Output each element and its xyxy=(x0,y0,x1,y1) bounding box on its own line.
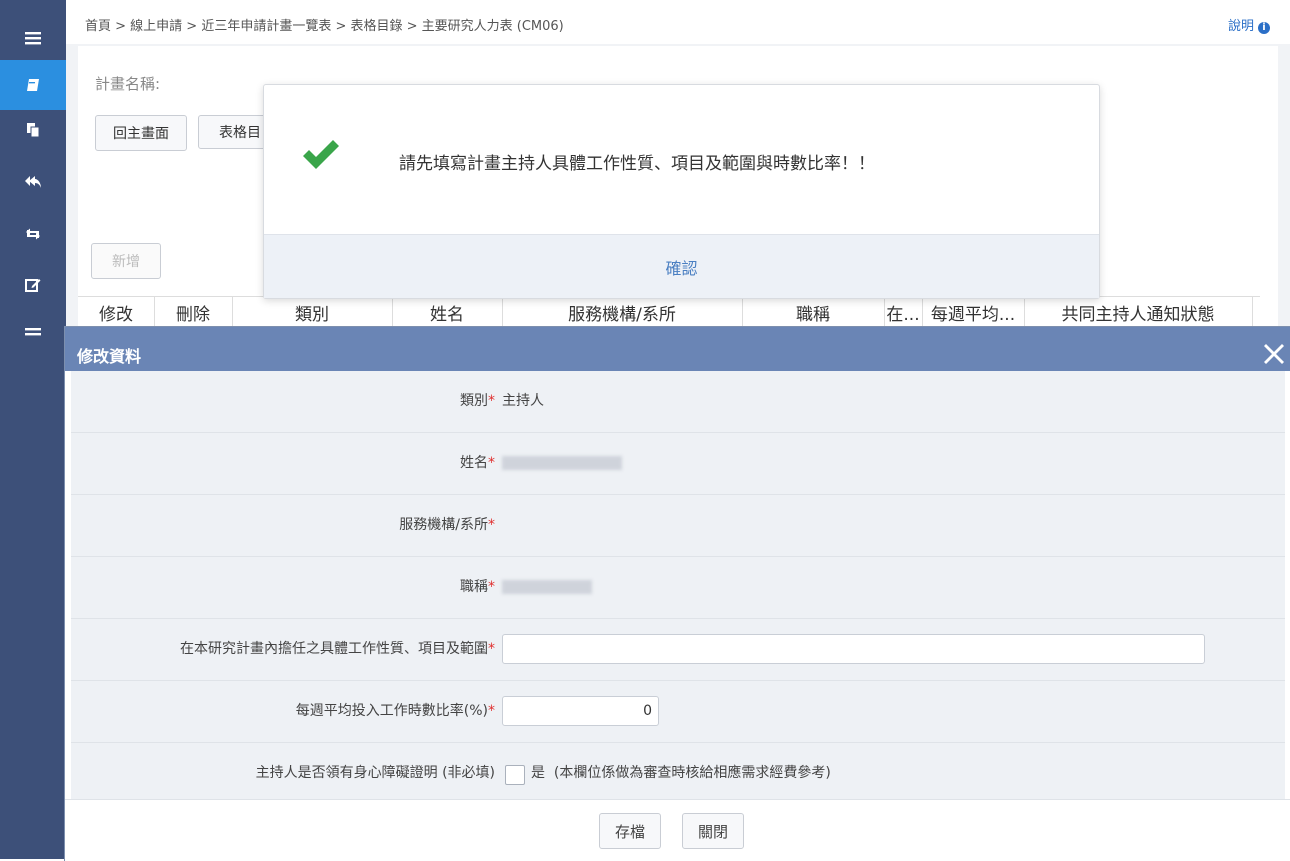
check-icon xyxy=(303,140,339,169)
col-edit[interactable]: 修改 xyxy=(78,297,155,329)
info-icon: i xyxy=(1258,22,1270,34)
col-category[interactable]: 類別 xyxy=(232,297,393,329)
copy-icon[interactable] xyxy=(0,105,66,155)
menu-icon[interactable] xyxy=(0,13,66,63)
sidebar xyxy=(0,0,66,859)
redacted-name xyxy=(502,456,622,470)
plan-name-label: 計畫名稱: xyxy=(95,75,161,93)
close-button[interactable]: 關閉 xyxy=(682,813,744,849)
modal-header: 修改資料 xyxy=(65,327,1290,371)
form-area: 類別* 主持人 姓名* 服務機構/系所* 職稱* 在本研究計畫內擔任之具體工作性… xyxy=(71,371,1285,799)
col-hours[interactable]: 每週平均... xyxy=(922,297,1025,329)
alert-dialog: 請先填寫計畫主持人具體工作性質、項目及範圍與時數比率！！ 確認 xyxy=(263,84,1100,299)
disability-option-label: 是 xyxy=(531,765,545,781)
hours-ratio-input[interactable] xyxy=(502,696,659,726)
disability-checkbox[interactable] xyxy=(505,765,525,785)
category-value: 主持人 xyxy=(502,393,544,409)
institution-label: 服務機構/系所* xyxy=(399,517,495,533)
add-button[interactable]: 新增 xyxy=(91,243,161,279)
work-scope-label: 在本研究計畫內擔任之具體工作性質、項目及範圍* xyxy=(180,641,495,657)
row-hours-ratio: 每週平均投入工作時數比率(%)* xyxy=(71,681,1285,743)
close-icon[interactable] xyxy=(1261,341,1287,367)
category-label: 類別* xyxy=(460,393,495,409)
help-label: 說明 xyxy=(1227,19,1254,34)
table-header: 修改 刪除 類別 姓名 服務機構/系所 職稱 在... 每週平均... 共同主持… xyxy=(78,296,1260,329)
hours-ratio-label: 每週平均投入工作時數比率(%)* xyxy=(295,703,495,719)
alert-message: 請先填寫計畫主持人具體工作性質、項目及範圍與時數比率！！ xyxy=(399,154,875,174)
breadcrumb: 首頁 > 線上申請 > 近三年申請計畫一覽表 > 表格目錄 > 主要研究人力表 … xyxy=(85,19,564,34)
disability-note: (本欄位係做為審查時核給相應需求經費參考) xyxy=(553,765,831,781)
col-role[interactable]: 在... xyxy=(884,297,923,329)
save-button[interactable]: 存檔 xyxy=(599,813,661,849)
col-title[interactable]: 職稱 xyxy=(742,297,885,329)
edit-modal: 修改資料 類別* 主持人 姓名* 服務機構/系所* 職稱* 在本研究計畫內擔任之… xyxy=(64,326,1290,861)
back-main-button[interactable]: 回主畫面 xyxy=(95,115,187,151)
edit-icon[interactable] xyxy=(0,260,66,310)
name-value xyxy=(502,433,622,494)
row-category: 類別* 主持人 xyxy=(71,371,1285,433)
job-title-label: 職稱* xyxy=(460,579,495,595)
row-work-scope: 在本研究計畫內擔任之具體工作性質、項目及範圍* xyxy=(71,619,1285,681)
retweet-icon[interactable] xyxy=(0,209,66,259)
confirm-button[interactable]: 確認 xyxy=(264,234,1099,298)
help-link[interactable]: 說明 i xyxy=(1228,15,1270,34)
col-institution[interactable]: 服務機構/系所 xyxy=(502,297,743,329)
work-scope-input[interactable] xyxy=(502,634,1205,664)
modal-footer: 存檔 關閉 xyxy=(65,799,1290,861)
name-label: 姓名* xyxy=(460,455,495,471)
disability-option: 是 (本欄位係做為審查時核給相應需求經費參考) xyxy=(531,743,831,804)
col-notify-status[interactable]: 共同主持人通知狀態 xyxy=(1024,297,1253,329)
modal-title: 修改資料 xyxy=(77,347,142,366)
disability-label: 主持人是否領有身心障礙證明 (非必填) xyxy=(255,765,495,781)
book-icon[interactable] xyxy=(0,60,66,110)
row-job-title: 職稱* xyxy=(71,557,1285,619)
reply-all-icon[interactable] xyxy=(0,157,66,207)
row-institution: 服務機構/系所* xyxy=(71,495,1285,557)
redacted-job-title xyxy=(502,580,592,594)
job-title-value xyxy=(502,557,592,618)
equals-icon[interactable] xyxy=(0,307,66,357)
col-name[interactable]: 姓名 xyxy=(392,297,503,329)
col-delete[interactable]: 刪除 xyxy=(154,297,233,329)
row-name: 姓名* xyxy=(71,433,1285,495)
row-disability: 主持人是否領有身心障礙證明 (非必填) 是 (本欄位係做為審查時核給相應需求經費… xyxy=(71,743,1285,804)
